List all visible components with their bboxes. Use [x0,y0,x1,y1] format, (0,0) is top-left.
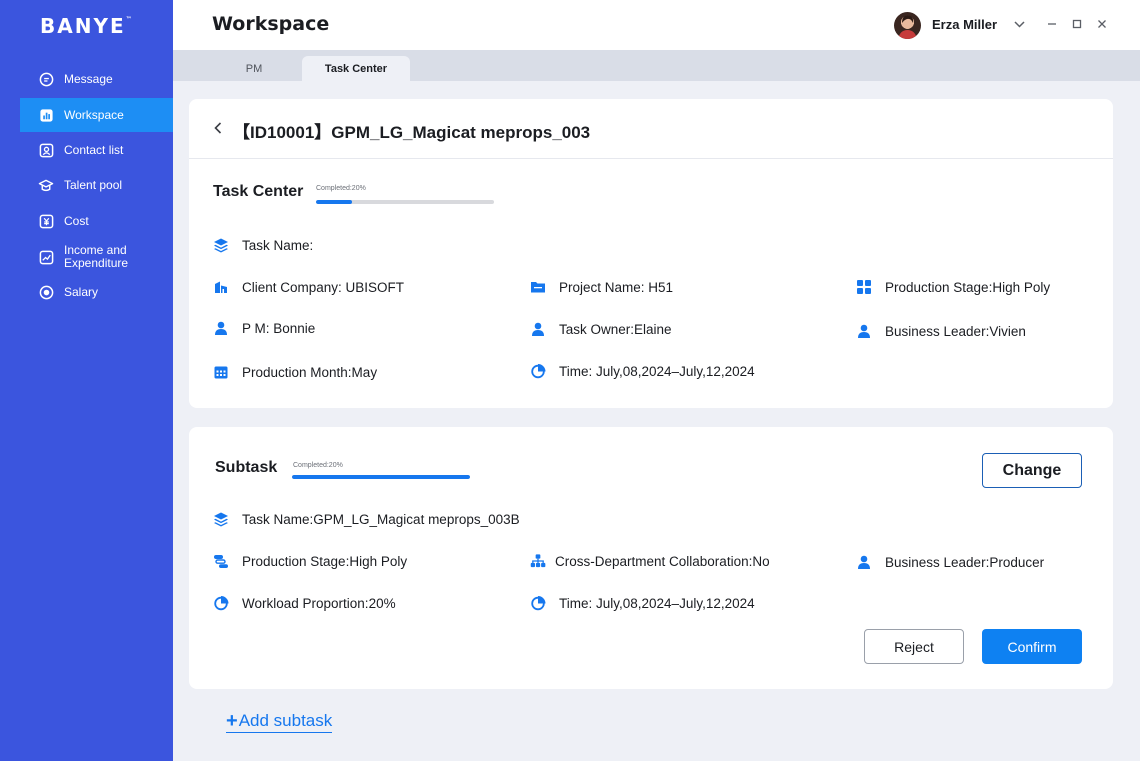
sidebar-item-label: Message [64,71,113,86]
pie-chart-icon [530,363,546,379]
sidebar-item-workspace[interactable]: Workspace [20,98,173,132]
building-icon [213,279,229,295]
minimize-icon[interactable] [1045,17,1059,31]
field-label: Production Month:May [242,364,378,380]
field-cross-department: Cross-Department Collaboration:No [530,553,770,569]
tabs-bar: PM Task Center [173,50,1140,81]
progress-label: Completed:20% [316,185,366,192]
field-business-leader: Business Leader:Vivien [856,323,1026,339]
cost-icon [38,213,54,229]
layers-icon [213,511,229,527]
message-icon [38,71,54,87]
field-client-company: Client Company: UBISOFT [213,279,404,295]
field-pm: P M: Bonnie [213,320,315,336]
progress-fill [316,200,352,204]
chart-icon [38,107,54,123]
sidebar-item-label: Workspace [64,107,124,122]
graduation-cap-icon [38,177,54,193]
user-icon [856,554,872,570]
page-title: Workspace [212,13,330,35]
folder-icon [530,279,546,295]
add-subtask-label: Add subtask [238,711,333,730]
field-time: Time: July,08,2024–July,12,2024 [530,363,755,379]
sidebar-item-label: Salary [64,284,99,299]
task-card: 【ID10001】GPM_LG_Magicat meprops_003 Task… [189,99,1113,408]
tab-pm[interactable]: PM [200,56,308,81]
field-label: Task Name:GPM_LG_Magicat meprops_003B [242,511,520,527]
chevron-down-icon[interactable] [1012,17,1026,31]
field-subtask-time: Time: July,08,2024–July,12,2024 [530,595,755,611]
field-task-owner: Task Owner:Elaine [530,321,672,337]
user-icon [213,320,229,336]
sidebar-item-message[interactable]: Message [20,62,173,96]
stage-icon [213,553,229,569]
field-label: Workload Proportion:20% [242,595,396,611]
user-icon [856,323,872,339]
sidebar: BANYE™ Message Workspace Contact list Ta… [0,0,173,761]
field-subtask-name: Task Name:GPM_LG_Magicat meprops_003B [213,511,520,527]
avatar[interactable] [894,12,921,39]
section-title-subtask: Subtask [215,459,278,476]
field-production-stage: Production Stage:High Poly [856,279,1050,295]
field-label: Time: July,08,2024–July,12,2024 [559,595,755,611]
field-project-name: Project Name: H51 [530,279,673,295]
plus-icon: + [226,710,238,732]
field-subtask-business-leader: Business Leader:Producer [856,554,1044,570]
confirm-button[interactable]: Confirm [982,629,1082,664]
sidebar-item-talent-pool[interactable]: Talent pool [20,168,173,202]
field-subtask-production-stage: Production Stage:High Poly [213,553,407,569]
sidebar-item-cost[interactable]: Cost [20,204,173,238]
progress-bar [316,200,494,204]
org-chart-icon [530,553,546,569]
field-label: Client Company: UBISOFT [242,279,405,295]
pie-chart-icon [530,595,546,611]
sidebar-item-label: Talent pool [64,177,123,192]
contact-icon [38,142,54,158]
tab-task-center[interactable]: Task Center [302,56,410,81]
field-label: P M: Bonnie [242,320,316,336]
back-arrow-icon[interactable] [214,120,226,136]
subtask-card: Subtask Completed:20% Change Task Name:G… [189,427,1113,689]
top-header: Workspace Erza Miller [173,0,1140,50]
section-title-task-center: Task Center [213,183,304,200]
reject-button[interactable]: Reject [864,629,964,664]
progress-bar [292,475,470,479]
field-workload: Workload Proportion:20% [213,595,396,611]
field-production-month: Production Month:May [213,364,377,380]
progress-label: Completed:20% [293,462,343,469]
close-icon[interactable] [1095,17,1109,31]
field-label: Business Leader:Producer [885,554,1045,570]
calendar-icon [213,364,229,380]
field-label: Production Stage:High Poly [242,553,408,569]
field-task-name: Task Name: [213,237,313,253]
sidebar-item-income-expenditure[interactable]: Income and Expenditure [20,240,173,274]
trend-icon [38,249,54,265]
maximize-icon[interactable] [1070,17,1084,31]
sidebar-item-label: Contact list [64,142,124,157]
app-logo: BANYE™ [40,14,132,38]
sidebar-item-label: Income and Expenditure [64,243,129,270]
field-label: Task Name: [242,237,314,253]
sidebar-item-salary[interactable]: Salary [20,275,173,309]
field-label: Task Owner:Elaine [559,321,672,337]
progress-fill [292,475,470,479]
field-label: Cross-Department Collaboration:No [555,553,770,569]
change-button[interactable]: Change [982,453,1082,488]
task-title: 【ID10001】GPM_LG_Magicat meprops_003 [233,123,591,142]
user-icon [530,321,546,337]
grid-icon [856,279,872,295]
salary-icon [38,284,54,300]
add-subtask-link[interactable]: + Add subtask [226,710,333,733]
divider [189,158,1113,159]
user-name[interactable]: Erza Miller [932,17,997,32]
field-label: Business Leader:Vivien [885,323,1026,339]
sidebar-item-contact-list[interactable]: Contact list [20,133,173,167]
pie-chart-icon [213,595,229,611]
field-label: Project Name: H51 [559,279,674,295]
layers-icon [213,237,229,253]
field-label: Production Stage:High Poly [885,279,1051,295]
sidebar-item-label: Cost [64,213,89,228]
field-label: Time: July,08,2024–July,12,2024 [559,363,755,379]
